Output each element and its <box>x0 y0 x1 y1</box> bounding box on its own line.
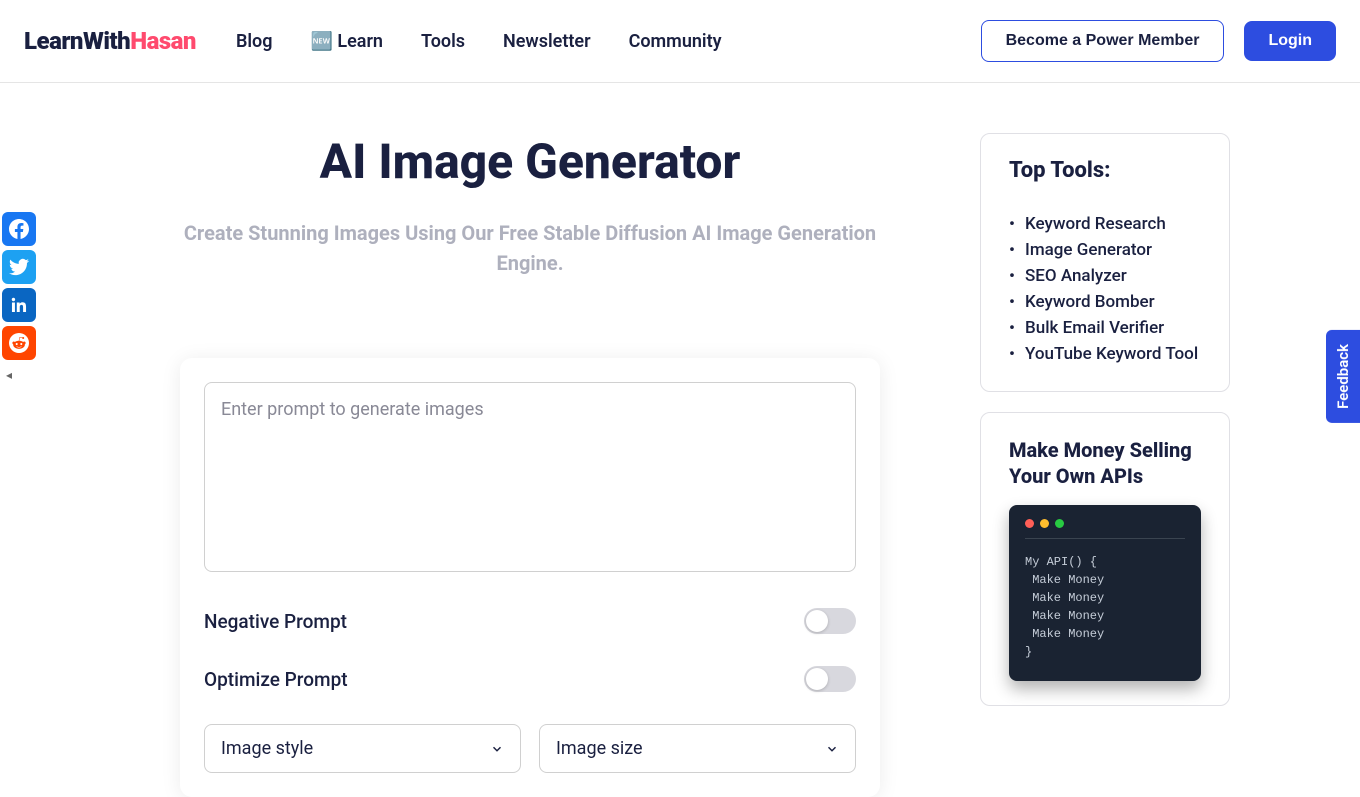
negative-prompt-row: Negative Prompt <box>204 608 856 634</box>
chevron-down-icon <box>825 742 839 756</box>
image-style-label: Image style <box>221 738 313 759</box>
become-member-button[interactable]: Become a Power Member <box>981 20 1225 62</box>
promo-card[interactable]: Make Money Selling Your Own APIs My API(… <box>980 412 1230 706</box>
dot-green-icon <box>1055 519 1064 528</box>
page-title: AI Image Generator <box>180 133 880 190</box>
top-tools-list: Keyword Research Image Generator SEO Ana… <box>1009 211 1201 367</box>
chevron-down-icon <box>490 742 504 756</box>
nav-blog[interactable]: Blog <box>236 31 273 52</box>
tool-link-seo-analyzer[interactable]: SEO Analyzer <box>1025 263 1201 289</box>
reddit-icon <box>9 333 29 353</box>
feedback-tab[interactable]: Feedback <box>1326 330 1360 423</box>
logo[interactable]: LearnWithHasan <box>24 27 196 55</box>
twitter-share-button[interactable] <box>2 250 36 284</box>
optimize-prompt-row: Optimize Prompt <box>204 666 856 692</box>
tool-link-keyword-research[interactable]: Keyword Research <box>1025 211 1201 237</box>
top-tools-card: Top Tools: Keyword Research Image Genera… <box>980 133 1230 392</box>
code-text: My API() { Make Money Make Money Make Mo… <box>1025 553 1185 661</box>
reddit-share-button[interactable] <box>2 326 36 360</box>
login-button[interactable]: Login <box>1244 21 1336 61</box>
tool-link-image-generator[interactable]: Image Generator <box>1025 237 1201 263</box>
facebook-share-button[interactable] <box>2 212 36 246</box>
social-share-bar: ◂ <box>2 212 36 382</box>
main-container: AI Image Generator Create Stunning Image… <box>0 83 1360 797</box>
hide-social-button[interactable]: ◂ <box>2 368 16 382</box>
optimize-prompt-label: Optimize Prompt <box>204 668 348 691</box>
image-size-select[interactable]: Image size <box>539 724 856 773</box>
promo-title: Make Money Selling Your Own APIs <box>1009 437 1201 489</box>
tool-link-bulk-email-verifier[interactable]: Bulk Email Verifier <box>1025 315 1201 341</box>
tool-card: Negative Prompt Optimize Prompt Image st… <box>180 358 880 797</box>
header-right: Become a Power Member Login <box>981 20 1336 62</box>
content-area: AI Image Generator Create Stunning Image… <box>180 133 880 797</box>
tool-link-keyword-bomber[interactable]: Keyword Bomber <box>1025 289 1201 315</box>
linkedin-icon <box>9 295 29 315</box>
window-dots <box>1025 519 1185 528</box>
select-row: Image style Image size <box>204 724 856 773</box>
dot-yellow-icon <box>1040 519 1049 528</box>
code-divider <box>1025 538 1185 539</box>
nav-community[interactable]: Community <box>629 31 722 52</box>
image-size-label: Image size <box>556 738 643 759</box>
code-preview: My API() { Make Money Make Money Make Mo… <box>1009 505 1201 681</box>
page-subtitle: Create Stunning Images Using Our Free St… <box>180 218 880 278</box>
sidebar: Top Tools: Keyword Research Image Genera… <box>980 133 1230 797</box>
header: LearnWithHasan Blog 🆕 Learn Tools Newsle… <box>0 0 1360 83</box>
tool-link-youtube-keyword-tool[interactable]: YouTube Keyword Tool <box>1025 341 1201 367</box>
header-left: LearnWithHasan Blog 🆕 Learn Tools Newsle… <box>24 27 722 55</box>
dot-red-icon <box>1025 519 1034 528</box>
nav-newsletter[interactable]: Newsletter <box>503 31 591 52</box>
optimize-prompt-toggle[interactable] <box>804 666 856 692</box>
prompt-input[interactable] <box>204 382 856 572</box>
nav-learn[interactable]: 🆕 Learn <box>310 31 383 52</box>
twitter-icon <box>9 257 29 277</box>
image-style-select[interactable]: Image style <box>204 724 521 773</box>
nav-tools[interactable]: Tools <box>421 31 465 52</box>
facebook-icon <box>9 219 29 239</box>
logo-part1: LearnWith <box>24 27 130 55</box>
linkedin-share-button[interactable] <box>2 288 36 322</box>
negative-prompt-label: Negative Prompt <box>204 610 347 633</box>
main-nav: Blog 🆕 Learn Tools Newsletter Community <box>236 31 722 52</box>
logo-part2: Hasan <box>130 27 196 55</box>
negative-prompt-toggle[interactable] <box>804 608 856 634</box>
chevron-left-icon: ◂ <box>6 368 12 382</box>
top-tools-title: Top Tools: <box>1009 158 1201 183</box>
